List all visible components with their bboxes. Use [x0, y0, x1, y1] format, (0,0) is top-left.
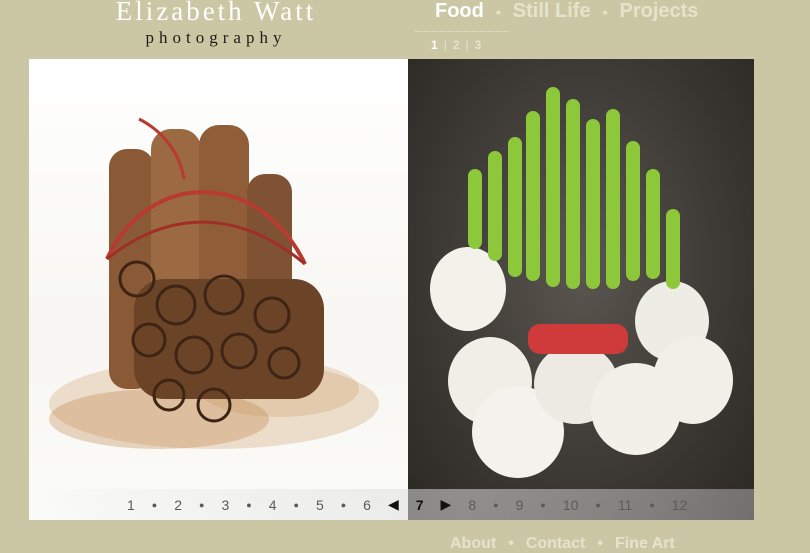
- nav-projects[interactable]: Projects: [619, 0, 698, 23]
- pager-page-8[interactable]: 8: [468, 497, 476, 513]
- pager-page-6[interactable]: 6: [363, 497, 371, 513]
- pager-dot: ●: [649, 499, 655, 510]
- spring-onions-photo: [408, 59, 754, 520]
- footer-fine-art[interactable]: Fine Art: [615, 535, 675, 553]
- pager-dot: ●: [493, 499, 499, 510]
- nav-still-life[interactable]: Still Life: [513, 0, 591, 23]
- footer-nav: About • Contact • Fine Art: [450, 535, 675, 553]
- pager-page-12[interactable]: 12: [672, 497, 688, 513]
- main-nav: Food • Still Life • Projects: [435, 0, 698, 23]
- pager-page-9[interactable]: 9: [516, 497, 524, 513]
- pager-page-3[interactable]: 3: [221, 497, 229, 513]
- pager-dot: ●: [199, 499, 205, 510]
- pager-page-current[interactable]: 7: [416, 497, 424, 513]
- subnav-separator: |: [443, 38, 447, 52]
- brand-name: Elizabeth Watt: [115, 0, 317, 26]
- footer-contact[interactable]: Contact: [526, 535, 586, 553]
- subnav-page-2[interactable]: 2: [453, 38, 460, 52]
- footer-about[interactable]: About: [450, 535, 496, 553]
- next-arrow-icon[interactable]: ▶: [441, 496, 452, 513]
- subnav-divider: [415, 31, 509, 32]
- pager-dot: ●: [540, 499, 546, 510]
- footer-separator: •: [597, 535, 603, 552]
- nav-separator: •: [495, 3, 501, 20]
- pager-page-10[interactable]: 10: [563, 497, 579, 513]
- subnav: 1 | 2 | 3: [431, 38, 481, 52]
- gallery-pager: 1 ● 2 ● 3 ● 4 ● 5 ● 6 ◀ 7 ▶ 8 ● 9 ● 10 ●…: [29, 489, 754, 520]
- pager-page-5[interactable]: 5: [316, 497, 324, 513]
- pager-page-2[interactable]: 2: [174, 497, 182, 513]
- footer-separator: •: [508, 535, 514, 552]
- pager-page-4[interactable]: 4: [269, 497, 277, 513]
- pager-page-1[interactable]: 1: [127, 497, 135, 513]
- pager-dot: ●: [246, 499, 252, 510]
- subnav-separator: |: [465, 38, 469, 52]
- subnav-page-1[interactable]: 1: [431, 38, 438, 52]
- pager-page-11[interactable]: 11: [618, 497, 633, 513]
- nav-food[interactable]: Food: [435, 0, 484, 23]
- pager-dot: ●: [151, 499, 158, 510]
- pager-dot: ●: [595, 499, 601, 510]
- subnav-page-3[interactable]: 3: [475, 38, 482, 52]
- cinnamon-sticks-photo: [29, 59, 408, 520]
- brand-logo[interactable]: Elizabeth Watt photography: [100, 0, 332, 48]
- nav-separator: •: [602, 3, 608, 20]
- pager-dot: ●: [293, 499, 299, 510]
- prev-arrow-icon[interactable]: ◀: [388, 496, 399, 513]
- brand-tagline: photography: [145, 28, 287, 47]
- pager-dot: ●: [340, 499, 347, 510]
